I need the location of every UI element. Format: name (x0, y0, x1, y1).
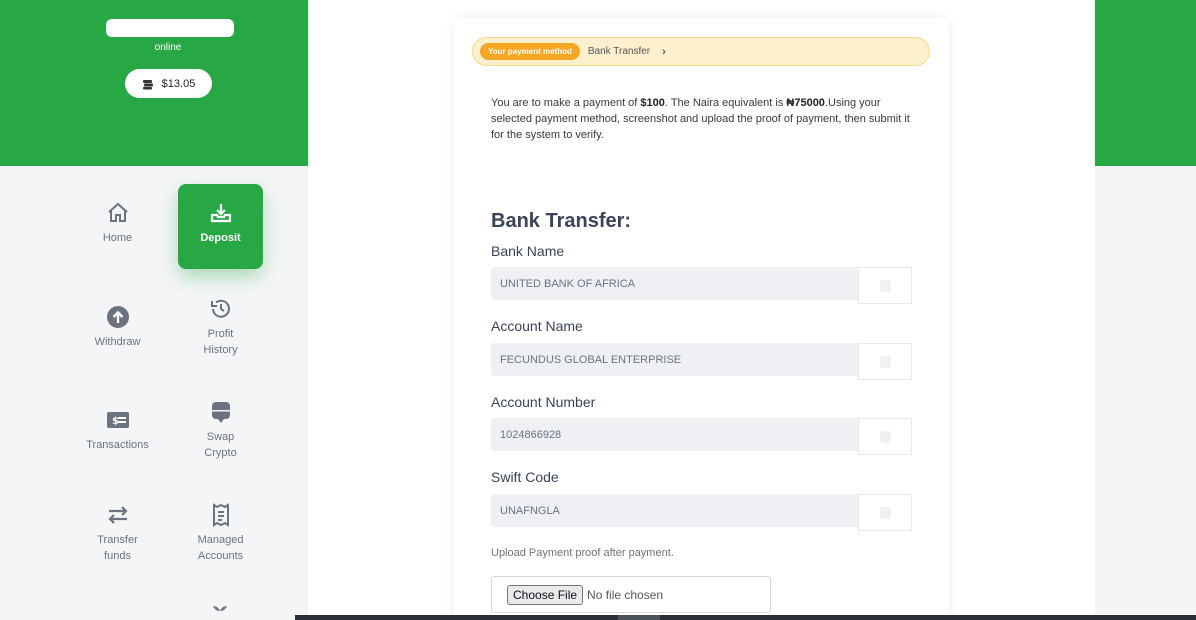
taskbar-mark (618, 615, 660, 620)
nav-home[interactable]: Home (75, 200, 160, 285)
right-header-band (1095, 0, 1196, 166)
intro-mid: . The Naira equivalent is (664, 97, 787, 109)
account-number-field[interactable]: 1024866928 (491, 418, 859, 451)
nav-managed-accounts-label-1: Managed (197, 534, 244, 546)
balance-amount: $13.05 (161, 77, 196, 90)
nav-profit-history-label-1: Profit (207, 328, 234, 340)
payment-method-name: Bank Transfer (587, 46, 651, 57)
svg-text:$: $ (112, 416, 119, 427)
swift-code-field[interactable]: UNAFNGLA (491, 494, 859, 527)
nav-withdraw-label: Withdraw (94, 336, 141, 348)
nav-profit-history-label-2: History (203, 344, 238, 356)
copy-icon (879, 430, 891, 443)
copy-icon (879, 279, 891, 292)
payment-method-bar[interactable]: Your payment method Bank Transfer › (472, 37, 930, 66)
bank-name-label: Bank Name (491, 243, 565, 259)
naira-amount: ₦75000 (786, 97, 825, 109)
user-status: online (154, 42, 182, 53)
inbox-download-icon (208, 200, 234, 226)
nav-managed-accounts[interactable]: Managed Accounts (178, 502, 263, 587)
sidebar: online $13.05 Home Deposit Withdraw Prof… (0, 0, 308, 620)
nav-profit-history[interactable]: Profit History (178, 296, 263, 381)
sprout-icon[interactable] (211, 605, 229, 620)
upload-circle-icon (105, 304, 131, 330)
intro-pre: You are to make a payment of (491, 97, 641, 109)
taskbar-strip (295, 615, 1196, 620)
username-redacted (106, 19, 234, 37)
sidebar-header: online $13.05 (0, 0, 308, 166)
nav-transfer-funds-label-1: Transfer (97, 534, 138, 546)
payment-card: Your payment method Bank Transfer › You … (454, 18, 949, 620)
chevron-right-icon: › (662, 45, 666, 58)
nav-transactions[interactable]: $ Transactions (75, 407, 160, 492)
nav-swap-crypto[interactable]: Swap Crypto (178, 399, 263, 484)
nav-transfer-funds[interactable]: Transfer funds (75, 502, 160, 587)
copy-icon (879, 506, 891, 519)
copy-swift-code-button[interactable] (858, 494, 912, 531)
file-status: No file chosen (587, 587, 664, 602)
account-name-label: Account Name (491, 318, 583, 334)
bank-name-field[interactable]: UNITED BANK OF AFRICA (491, 267, 859, 300)
nav-transfer-funds-label-2: funds (104, 550, 131, 562)
nav-deposit-label: Deposit (200, 232, 241, 244)
payment-method-badge: Your payment method (480, 43, 580, 60)
nav-home-label: Home (102, 232, 133, 244)
payment-amount: $100 (640, 97, 665, 109)
swift-code-label: Swift Code (491, 469, 559, 485)
history-icon (208, 296, 234, 322)
payment-instructions: You are to make a payment of $100. The N… (491, 95, 911, 143)
copy-account-number-button[interactable] (858, 418, 912, 455)
upload-label: Upload Payment proof after payment. (491, 547, 674, 559)
copy-account-name-button[interactable] (858, 343, 912, 380)
home-icon (105, 200, 131, 226)
coins-icon (142, 79, 153, 89)
right-background (1095, 166, 1196, 620)
receipt-icon (208, 502, 234, 528)
copy-icon (879, 355, 891, 368)
copy-bank-name-button[interactable] (858, 267, 912, 304)
nav-transactions-label: Transactions (86, 439, 149, 451)
choose-file-button[interactable]: Choose File (507, 584, 584, 605)
nav-swap-crypto-label-2: Crypto (204, 447, 237, 459)
nav-swap-crypto-label-1: Swap (206, 431, 235, 443)
account-number-label: Account Number (491, 394, 596, 410)
payment-proof-file-input[interactable]: Choose File No file chosen (491, 576, 771, 613)
balance-pill[interactable]: $13.05 (125, 69, 212, 98)
account-name-field[interactable]: FECUNDUS GLOBAL ENTERPRISE (491, 343, 859, 376)
nav-managed-accounts-label-2: Accounts (197, 550, 244, 562)
section-title: Bank Transfer: (491, 210, 632, 232)
nav-withdraw[interactable]: Withdraw (75, 304, 160, 389)
transfer-arrows-icon (105, 502, 131, 528)
swap-crypto-icon (208, 399, 234, 425)
cash-icon: $ (105, 407, 131, 433)
nav-deposit[interactable]: Deposit (178, 184, 263, 269)
